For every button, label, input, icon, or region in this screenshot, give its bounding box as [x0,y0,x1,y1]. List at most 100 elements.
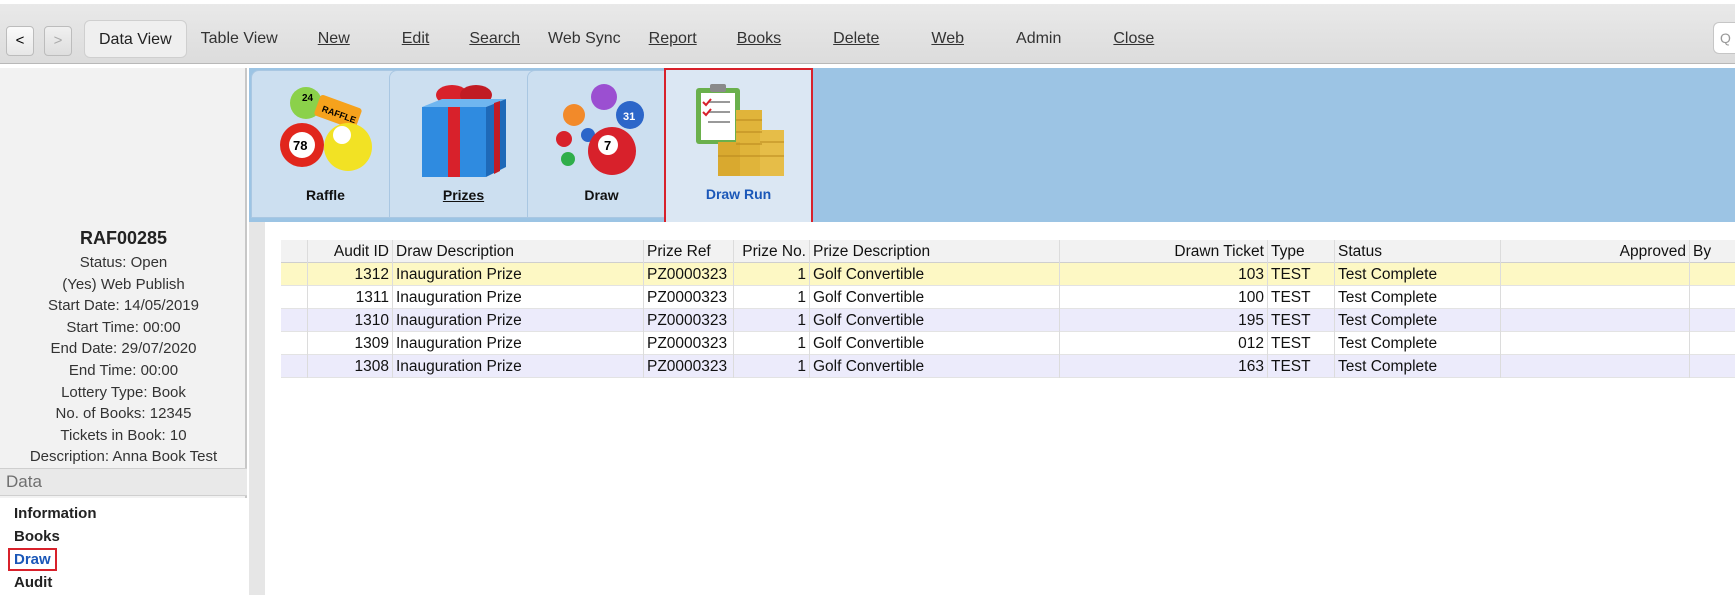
data-section-header: Data [0,468,247,496]
menu-report[interactable]: Report [635,20,711,58]
table-cell: PZ0000323 [643,286,733,309]
record-details: Status: Open (Yes) Web Publish Start Date:… [0,252,247,468]
forward-button[interactable]: > [44,26,72,56]
table-row[interactable]: 1309 Inauguration Prize PZ0000323 1 Golf Con… [281,332,1735,355]
svg-text:24: 24 [302,93,314,104]
table-cell: Golf Convertible [809,309,1059,332]
column-header[interactable]: Draw Description [392,240,643,263]
table-cell [281,355,307,378]
svg-text:78: 78 [293,138,307,153]
table-cell [1500,355,1689,378]
table-cell: 1312 [307,263,392,286]
menu-search[interactable]: Search [455,20,534,58]
tile-draw[interactable]: 31 7 Draw [527,70,676,218]
table-cell [1689,332,1735,355]
column-header[interactable]: Type [1267,240,1334,263]
menu-web-sync[interactable]: Web Sync [534,20,635,58]
table-cell [1689,355,1735,378]
table-cell: 1 [733,309,809,332]
record-detail-line: End Time: 00:00 [68,361,179,379]
table-row[interactable]: 1312 Inauguration Prize PZ0000323 1 Golf Con… [281,263,1735,286]
back-button[interactable]: < [6,26,34,56]
table-cell [1689,263,1735,286]
table-cell [1500,286,1689,309]
table-cell: Inauguration Prize [392,355,643,378]
column-header[interactable]: Approved [1500,240,1689,263]
menu-admin[interactable]: Admin [990,20,1087,58]
record-detail-line: End Date: 29/07/2020 [50,340,197,358]
record-detail-line: Description: Anna Book Test [29,448,218,466]
record-detail-line: (Yes) Web Publish [62,275,185,293]
column-header[interactable]: By [1689,240,1735,263]
table-cell: 012 [1059,332,1267,355]
table-row[interactable]: 1310 Inauguration Prize PZ0000323 1 Golf Con… [281,309,1735,332]
column-header[interactable]: Audit ID [307,240,392,263]
table-cell: PZ0000323 [643,355,733,378]
tile-prizes[interactable]: Prizes [389,70,538,218]
tile-draw-label: Draw [584,187,619,203]
record-id: RAF00285 [79,228,168,248]
tile-draw-run[interactable]: Draw Run [664,68,813,224]
menu-edit[interactable]: Edit [376,20,456,58]
gift-box-icon [422,85,506,177]
table-cell: Inauguration Prize [392,263,643,286]
record-detail-line: Tickets in Book: 10 [60,426,187,444]
table-cell: 1 [733,263,809,286]
menu-data-view[interactable]: Data View [84,20,187,58]
menu-close[interactable]: Close [1087,20,1180,58]
menu-web[interactable]: Web [905,20,990,58]
menu-delete[interactable]: Delete [807,20,905,58]
column-header[interactable]: Prize Description [809,240,1059,263]
column-header[interactable]: Prize Ref [643,240,733,263]
data-link-audit[interactable]: Audit [14,574,52,591]
search-icon[interactable]: Q [1713,22,1735,54]
menu-new[interactable]: New [292,20,376,58]
table-row[interactable]: 1308 Inauguration Prize PZ0000323 1 Golf Con… [281,355,1735,378]
column-header[interactable]: Drawn Ticket [1059,240,1267,263]
column-header[interactable]: Status [1334,240,1500,263]
record-detail-line: Start Date: 14/05/2019 [48,297,199,315]
table-cell: Test Complete [1334,355,1500,378]
raffle-balls-icon: 24 RAFFLE 78 [280,87,372,171]
column-header[interactable] [281,240,307,263]
menu-books[interactable]: Books [711,20,807,58]
table-cell [281,263,307,286]
table-cell: Golf Convertible [809,263,1059,286]
table-cell: Test Complete [1334,263,1500,286]
table-cell: Golf Convertible [809,355,1059,378]
table-cell: PZ0000323 [643,332,733,355]
table-cell: 103 [1059,263,1267,286]
record-detail-line: Lottery Type: Book [61,383,186,401]
table-cell [1500,309,1689,332]
table-cell: TEST [1267,355,1334,378]
table-cell: Golf Convertible [809,332,1059,355]
draw-audit-grid-area: Audit ID Draw Description Prize Ref Prize N… [249,222,1735,595]
table-cell: 195 [1059,309,1267,332]
table-cell [281,309,307,332]
data-link-books[interactable]: Books [14,528,60,545]
record-detail-line: No. of Books: 12345 [55,405,192,423]
column-header[interactable]: Prize No. [733,240,809,263]
table-cell: 1 [733,332,809,355]
data-link-information[interactable]: Information [14,505,97,522]
table-cell [1689,309,1735,332]
toolbar: < > Data View Table View New Edit Search Web … [0,4,1735,64]
data-section-links: Information Books Draw Audit [0,498,247,595]
table-cell: 1308 [307,355,392,378]
tile-prizes-label: Prizes [442,187,485,203]
tile-raffle[interactable]: 24 RAFFLE 78 Raffle [251,70,400,218]
main-menu: Data View Table View New Edit Search Web Sync… [84,20,1180,58]
data-link-draw[interactable]: Draw [8,548,57,571]
table-cell: Inauguration Prize [392,286,643,309]
table-cell: 1311 [307,286,392,309]
table-cell: 163 [1059,355,1267,378]
table-row[interactable]: 1311 Inauguration Prize PZ0000323 1 Golf Con… [281,286,1735,309]
clipboard-coins-icon [696,84,784,176]
table-cell: Inauguration Prize [392,309,643,332]
table-cell: 1 [733,286,809,309]
record-detail-line: Status: Open [79,254,168,271]
menu-table-view[interactable]: Table View [187,20,292,58]
table-cell [1500,332,1689,355]
record-detail-line: Start Time: 00:00 [66,318,181,336]
table-cell: PZ0000323 [643,263,733,286]
